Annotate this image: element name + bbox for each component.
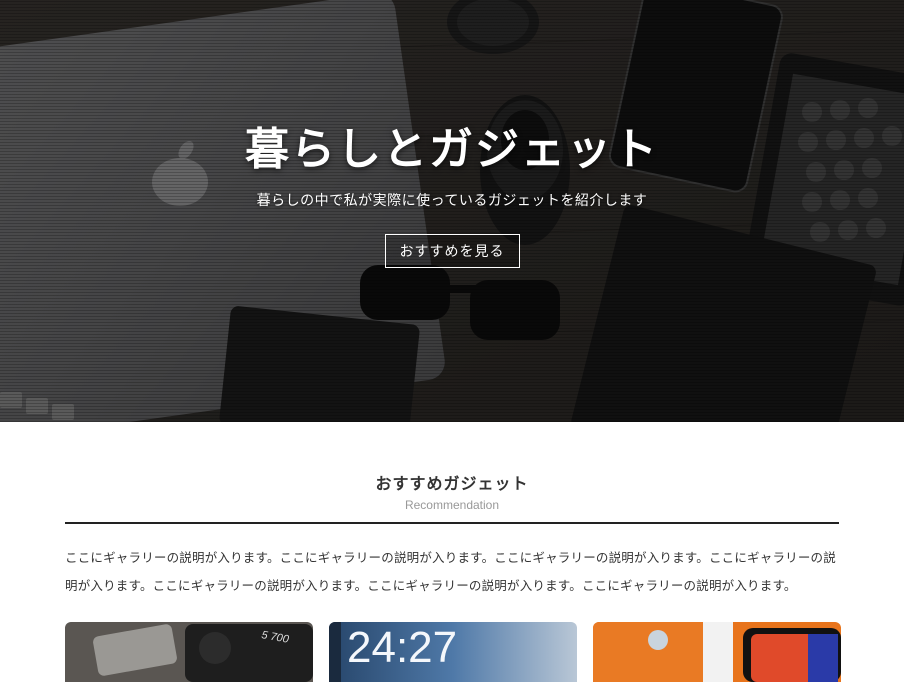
- section-header: おすすめガジェット Recommendation: [0, 470, 904, 512]
- smartphones-photo-image: [593, 622, 841, 682]
- section-description: ここにギャラリーの説明が入ります。ここにギャラリーの説明が入ります。ここにギャラ…: [65, 550, 836, 593]
- hero-section: 暮らしとガジェット 暮らしの中で私が実際に使っているガジェットを紹介します おす…: [0, 0, 904, 422]
- lockscreen-time-text: 24:27: [347, 623, 457, 672]
- lockscreen-phone-image: 24:27: [329, 622, 577, 682]
- camera-photo-image: 5 700: [65, 622, 313, 682]
- section-subtitle: Recommendation: [404, 498, 500, 512]
- section-title: おすすめガジェット: [375, 474, 529, 493]
- gallery-cards: 5 700 24:27: [65, 622, 841, 682]
- recommendation-section: おすすめガジェット Recommendation ここにギャラリーの説明が入りま…: [0, 422, 904, 682]
- gallery-card-camera[interactable]: 5 700: [65, 622, 313, 682]
- hero-content: 暮らしとガジェット 暮らしの中で私が実際に使っているガジェットを紹介します おす…: [0, 120, 904, 268]
- hero-subtitle: 暮らしの中で私が実際に使っているガジェットを紹介します: [256, 193, 648, 209]
- section-divider: [65, 522, 839, 524]
- gallery-card-phone[interactable]: 24:27: [329, 622, 577, 682]
- hero-title: 暮らしとガジェット: [245, 124, 659, 175]
- view-recommendations-button[interactable]: おすすめを見る: [384, 234, 520, 268]
- gallery-card-smartphones[interactable]: [593, 622, 841, 682]
